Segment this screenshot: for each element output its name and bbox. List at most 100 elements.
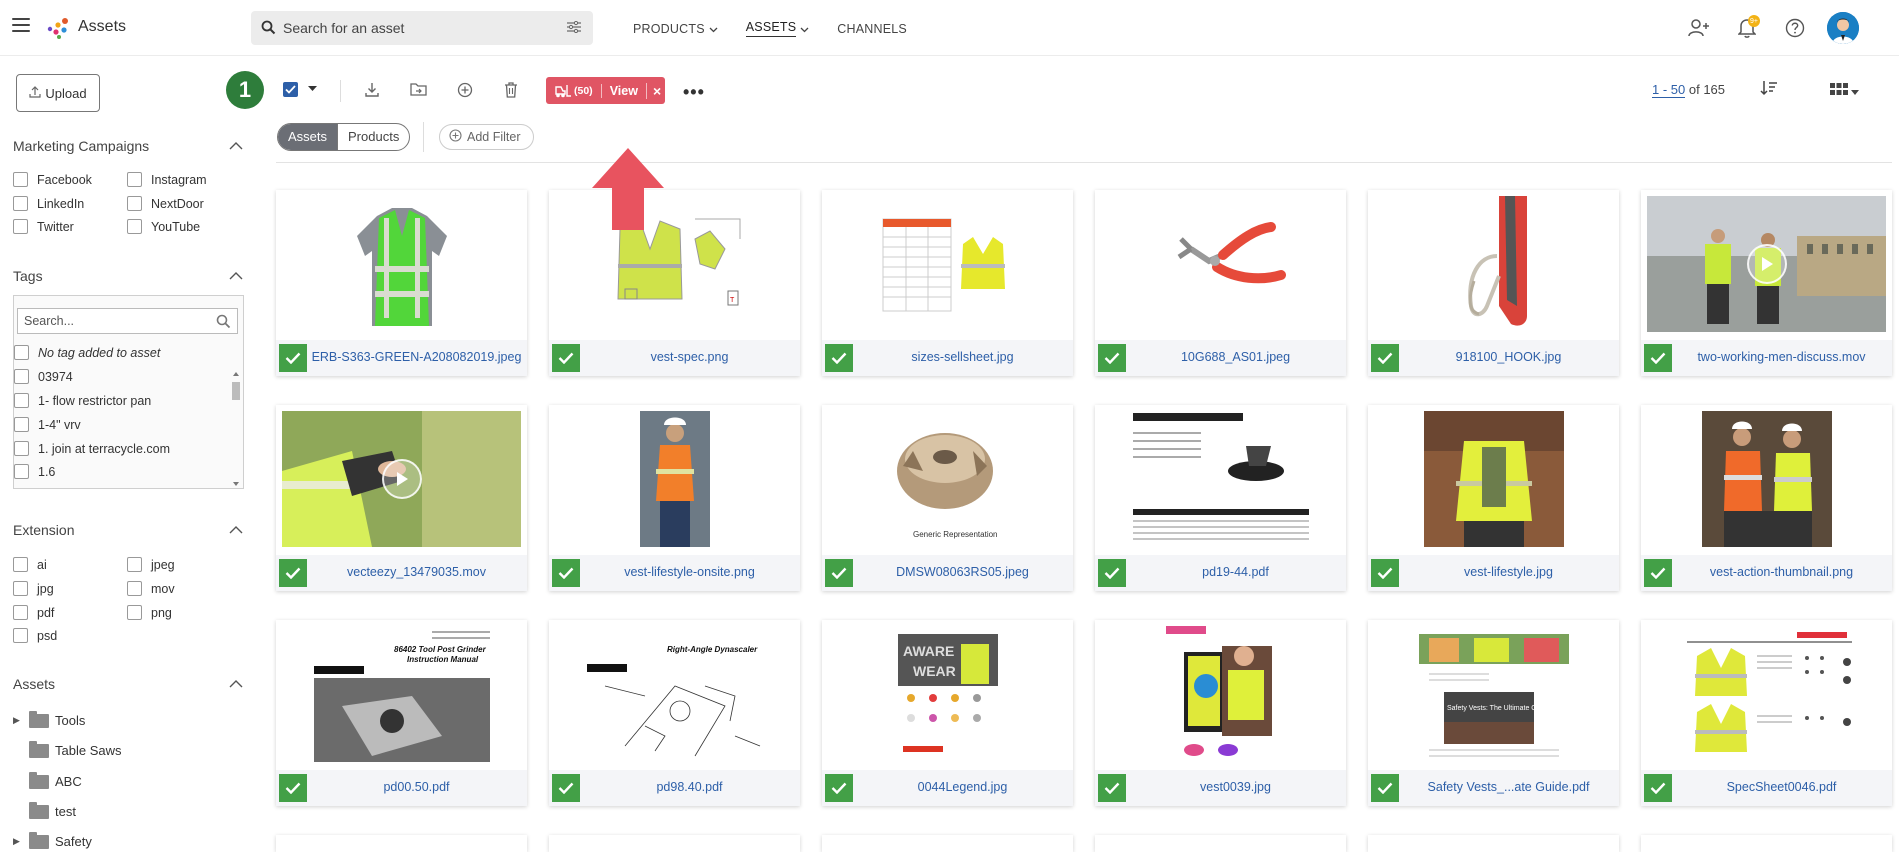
filter-sliders-icon[interactable] bbox=[567, 20, 581, 36]
tag-item[interactable]: 03974 bbox=[14, 369, 73, 384]
clear-selection-button[interactable]: × bbox=[645, 82, 661, 99]
tag-item[interactable]: 1.6 bbox=[14, 464, 55, 479]
asset-filename[interactable]: DMSW08063RS05.jpeg bbox=[856, 565, 1069, 579]
asset-filename[interactable]: ERB-S363-GREEN-A208082019.jpeg bbox=[310, 350, 523, 364]
asset-card[interactable]: ERB-S363-GREEN-A208082019.jpeg bbox=[276, 190, 527, 376]
asset-selected-checkbox[interactable] bbox=[825, 774, 853, 802]
caret-right-icon[interactable]: ▶ bbox=[13, 715, 23, 726]
tag-item[interactable]: No tag added to asset bbox=[14, 345, 160, 360]
asset-thumbnail[interactable] bbox=[1101, 411, 1340, 547]
chevron-up-icon[interactable] bbox=[229, 138, 243, 153]
asset-card[interactable]: Generic Representation DMSW08063RS05.jpeg bbox=[822, 405, 1073, 591]
asset-card[interactable] bbox=[822, 835, 1073, 852]
add-circle-icon[interactable] bbox=[457, 82, 473, 98]
asset-card[interactable]: AWARE WEAR 0044Legend.jpg bbox=[822, 620, 1073, 806]
search-input[interactable] bbox=[283, 11, 533, 45]
bell-icon[interactable]: 9+ bbox=[1731, 12, 1763, 44]
asset-card[interactable] bbox=[549, 835, 800, 852]
asset-filename[interactable]: vest-lifestyle-onsite.png bbox=[583, 565, 796, 579]
tag-item[interactable]: 1-4" vrv bbox=[14, 417, 81, 432]
checkbox[interactable] bbox=[14, 393, 29, 408]
checkbox[interactable] bbox=[13, 581, 28, 596]
checkbox[interactable] bbox=[127, 172, 142, 187]
asset-selected-checkbox[interactable] bbox=[279, 344, 307, 372]
checkbox[interactable] bbox=[13, 219, 28, 234]
nav-assets[interactable]: ASSETS bbox=[745, 20, 810, 37]
asset-selected-checkbox[interactable] bbox=[552, 774, 580, 802]
asset-card[interactable]: 86402 Tool Post Grinder Instruction Manua… bbox=[276, 620, 527, 806]
chevron-up-icon[interactable] bbox=[229, 268, 243, 283]
tag-item[interactable]: 1- flow restrictor pan bbox=[14, 393, 151, 408]
asset-thumbnail[interactable] bbox=[1647, 411, 1886, 547]
asset-card[interactable]: vest-lifestyle-onsite.png bbox=[549, 405, 800, 591]
asset-thumbnail[interactable] bbox=[282, 411, 521, 547]
filter-linkedin[interactable]: LinkedIn bbox=[13, 196, 84, 211]
checkbox[interactable] bbox=[127, 219, 142, 234]
folder-safety[interactable]: ▶ Safety bbox=[13, 831, 92, 849]
asset-thumbnail[interactable] bbox=[1374, 196, 1613, 332]
asset-thumbnail[interactable]: Generic Representation bbox=[828, 411, 1067, 547]
filter-ext-mov[interactable]: mov bbox=[127, 581, 175, 596]
asset-card[interactable] bbox=[1095, 835, 1346, 852]
page-range-link[interactable]: 1 - 50 bbox=[1652, 82, 1686, 98]
select-dropdown-caret[interactable] bbox=[308, 86, 317, 92]
asset-selected-checkbox[interactable] bbox=[1371, 559, 1399, 587]
folder-tools[interactable]: ▶ Tools bbox=[13, 710, 85, 728]
asset-thumbnail[interactable]: 86402 Tool Post Grinder Instruction Manua… bbox=[282, 626, 521, 762]
asset-filename[interactable]: vecteezy_13479035.mov bbox=[310, 565, 523, 579]
asset-filename[interactable]: 10G688_AS01.jpeg bbox=[1129, 350, 1342, 364]
asset-thumbnail[interactable]: Right-Angle Dynascaler bbox=[555, 626, 794, 762]
filter-ext-jpg[interactable]: jpg bbox=[13, 581, 54, 596]
filter-ext-pdf[interactable]: pdf bbox=[13, 605, 54, 620]
selection-view-pill[interactable]: (50) View × bbox=[546, 77, 665, 104]
tags-search-input[interactable] bbox=[18, 309, 208, 333]
sort-icon[interactable] bbox=[1760, 80, 1778, 99]
folder-table-saws[interactable]: Table Saws bbox=[13, 740, 121, 758]
checkbox[interactable] bbox=[13, 196, 28, 211]
asset-card[interactable]: sizes-sellsheet.jpg bbox=[822, 190, 1073, 376]
folder-move-icon[interactable] bbox=[410, 82, 427, 97]
checkbox[interactable] bbox=[127, 196, 142, 211]
asset-selected-checkbox[interactable] bbox=[1371, 774, 1399, 802]
checkbox[interactable] bbox=[14, 441, 29, 456]
asset-card[interactable] bbox=[1641, 835, 1892, 852]
asset-selected-checkbox[interactable] bbox=[1098, 344, 1126, 372]
filter-facebook[interactable]: Facebook bbox=[13, 172, 92, 187]
checkbox[interactable] bbox=[14, 345, 29, 360]
asset-filename[interactable]: pd98.40.pdf bbox=[583, 780, 796, 794]
select-all-checkbox[interactable] bbox=[283, 82, 298, 97]
filter-ext-psd[interactable]: psd bbox=[13, 628, 57, 643]
asset-card[interactable]: 10G688_AS01.jpeg bbox=[1095, 190, 1346, 376]
checkbox[interactable] bbox=[127, 605, 142, 620]
asset-thumbnail[interactable]: AWARE WEAR bbox=[828, 626, 1067, 762]
tags-scrollbar[interactable] bbox=[231, 370, 241, 488]
avatar[interactable] bbox=[1827, 12, 1859, 44]
caret-right-icon[interactable]: ▶ bbox=[13, 836, 23, 847]
asset-selected-checkbox[interactable] bbox=[1644, 344, 1672, 372]
asset-selected-checkbox[interactable] bbox=[1098, 559, 1126, 587]
folder-test[interactable]: test bbox=[13, 801, 76, 819]
segment-products[interactable]: Products bbox=[337, 124, 409, 150]
checkbox[interactable] bbox=[14, 369, 29, 384]
asset-selected-checkbox[interactable] bbox=[1644, 559, 1672, 587]
checkbox[interactable] bbox=[14, 417, 29, 432]
checkbox[interactable] bbox=[127, 581, 142, 596]
segment-assets[interactable]: Assets bbox=[278, 124, 338, 150]
filter-instagram[interactable]: Instagram bbox=[127, 172, 207, 187]
asset-selected-checkbox[interactable] bbox=[279, 774, 307, 802]
asset-thumbnail[interactable] bbox=[1647, 626, 1886, 762]
asset-filename[interactable]: SpecSheet0046.pdf bbox=[1675, 780, 1888, 794]
asset-thumbnail[interactable] bbox=[828, 196, 1067, 332]
asset-filename[interactable]: two-working-men-discuss.mov bbox=[1675, 350, 1888, 364]
asset-selected-checkbox[interactable] bbox=[1098, 774, 1126, 802]
filter-ext-jpeg[interactable]: jpeg bbox=[127, 557, 175, 572]
asset-card[interactable]: Tvest-spec.png bbox=[549, 190, 800, 376]
checkbox[interactable] bbox=[13, 628, 28, 643]
asset-thumbnail[interactable] bbox=[1101, 196, 1340, 332]
asset-filename[interactable]: Safety Vests_...ate Guide.pdf bbox=[1402, 780, 1615, 794]
asset-filename[interactable]: pd00.50.pdf bbox=[310, 780, 523, 794]
asset-card[interactable]: vest0039.jpg bbox=[1095, 620, 1346, 806]
help-icon[interactable] bbox=[1779, 12, 1811, 44]
folder-abc[interactable]: ABC bbox=[13, 771, 82, 789]
asset-filename[interactable]: vest-action-thumbnail.png bbox=[1675, 565, 1888, 579]
